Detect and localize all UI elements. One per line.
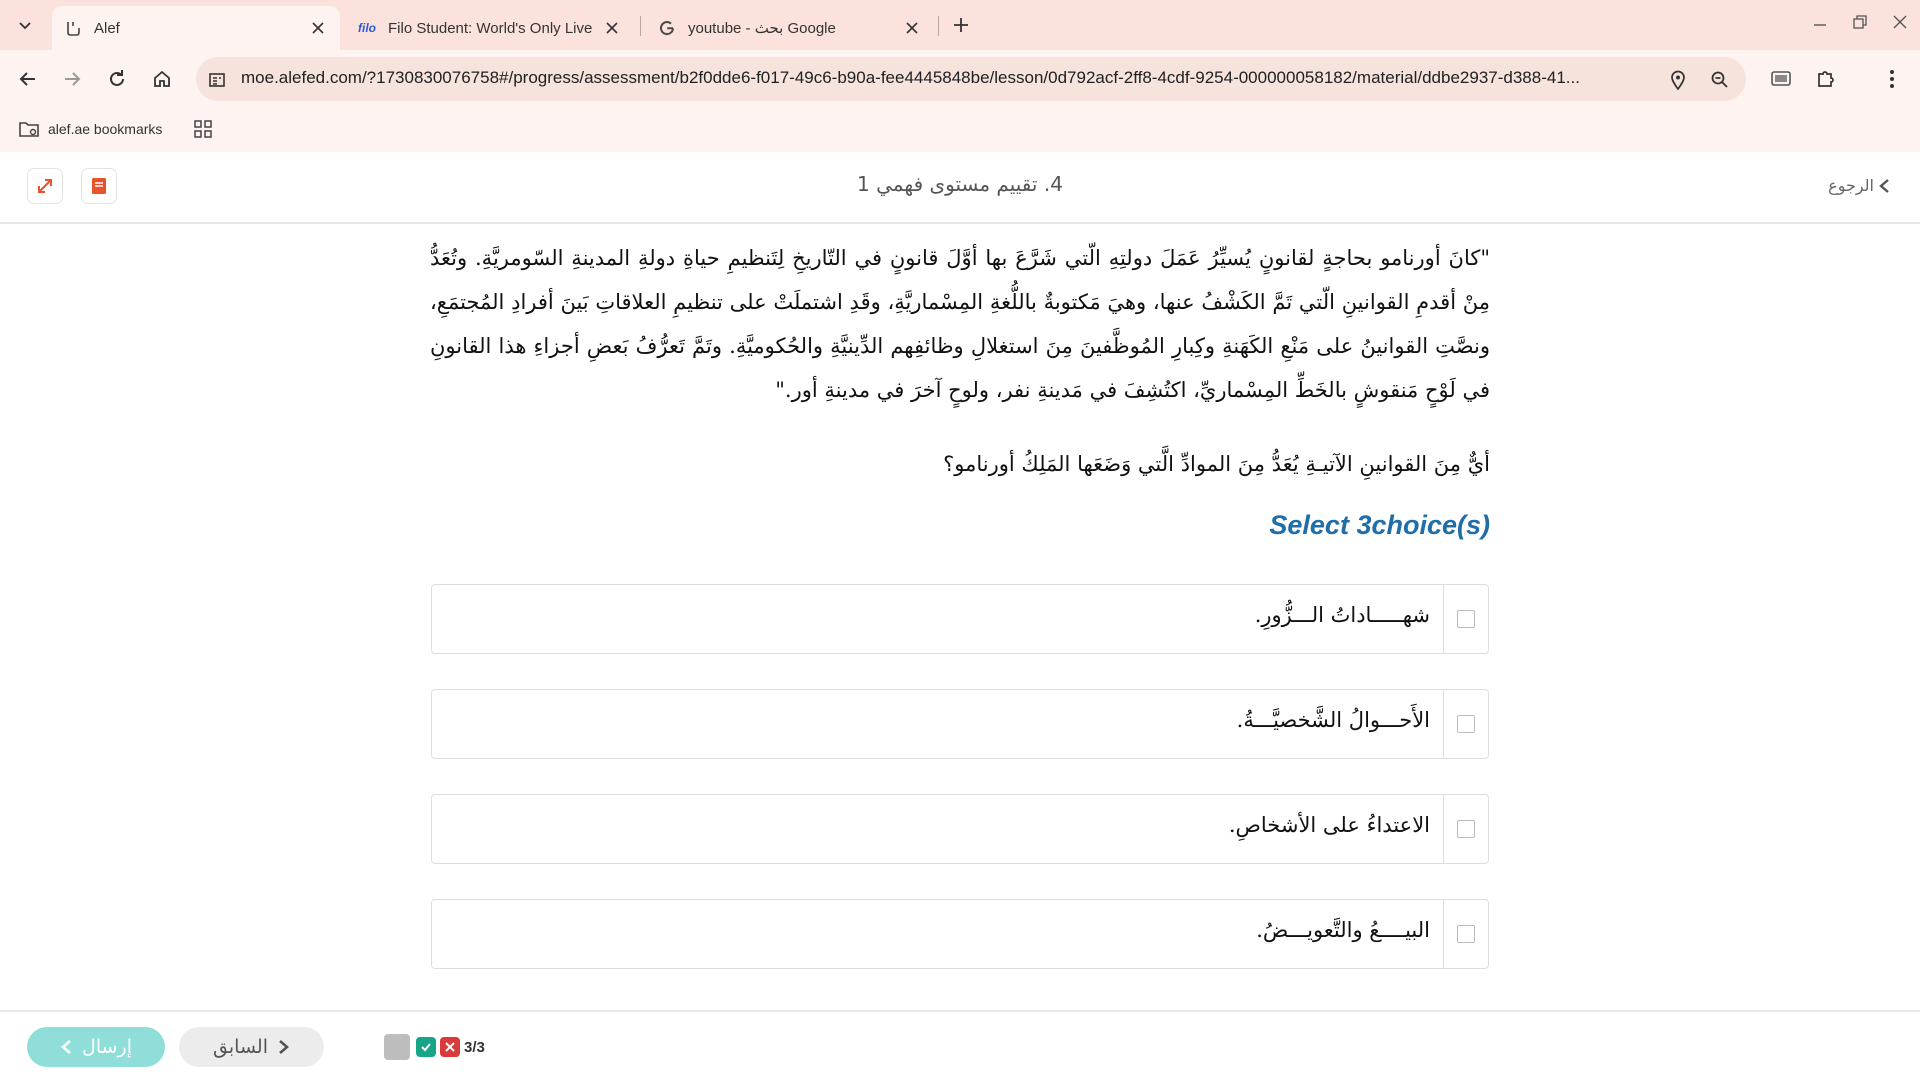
- bookmark-folder-alef[interactable]: alef.ae bookmarks: [18, 116, 162, 142]
- option-text: الأَحـــوالُ الشَّخصيَّـــةُ.: [1236, 708, 1430, 732]
- filo-favicon-icon: filo: [358, 21, 376, 35]
- pending-indicator: [384, 1034, 410, 1060]
- tab-search-button[interactable]: [10, 11, 40, 39]
- browser-toolbar: moe.alefed.com/?1730830076758#/progress/…: [0, 50, 1920, 108]
- restore-icon: [1853, 15, 1867, 29]
- close-icon[interactable]: [308, 18, 328, 38]
- tab-title: youtube - بحث Google: [688, 20, 836, 37]
- back-label: الرجوع: [1828, 176, 1874, 195]
- tab-alef[interactable]: Alef: [52, 6, 340, 50]
- arrow-right-icon: [65, 72, 81, 86]
- plus-icon: [954, 18, 968, 32]
- apps-grid-button[interactable]: [192, 118, 214, 140]
- answer-options: شهـــــاداتُ الـــزُّورِ. الأَحـــوالُ ا…: [431, 584, 1489, 1004]
- reading-passage: "كانَ أورنامو بحاجةٍ لقانونٍ يُسيِّرُ عَ…: [430, 246, 1490, 402]
- answer-option[interactable]: شهـــــاداتُ الـــزُّورِ.: [431, 584, 1489, 654]
- select-hint: Select 3choice(s): [1269, 510, 1490, 540]
- menu-button[interactable]: [1876, 63, 1908, 95]
- answer-option[interactable]: البيــــعُ والتَّعويـــضُ.: [431, 899, 1489, 969]
- address-bar[interactable]: moe.alefed.com/?1730830076758#/progress/…: [196, 57, 1746, 101]
- previous-button[interactable]: السابق: [179, 1027, 324, 1067]
- close-icon[interactable]: [602, 18, 622, 38]
- reload-icon: [110, 70, 124, 86]
- tab-divider: [640, 16, 641, 36]
- cast-icon: [1771, 71, 1791, 86]
- arrow-left-icon: [19, 72, 35, 86]
- question-text: أيٌّ مِنَ القوانينِ الآتيـةِ يُعَدُّ مِن…: [943, 452, 1490, 476]
- folder-icon: [19, 122, 39, 137]
- alef-favicon-icon: [64, 19, 82, 37]
- check-icon: [416, 1037, 436, 1057]
- bookmark-label: alef.ae bookmarks: [48, 121, 163, 137]
- zoom-icon[interactable]: [1708, 68, 1732, 92]
- option-checkbox[interactable]: [1457, 610, 1475, 628]
- location-icon[interactable]: [1666, 68, 1690, 92]
- bookmarks-bar: alef.ae bookmarks: [0, 108, 1920, 152]
- chevron-right-icon: [279, 1040, 289, 1054]
- fullscreen-button[interactable]: [27, 168, 63, 204]
- book-icon: [92, 178, 106, 194]
- submit-button[interactable]: إرسال: [27, 1027, 165, 1067]
- answer-option[interactable]: الأَحـــوالُ الشَّخصيَّـــةُ.: [431, 689, 1489, 759]
- tab-title: Alef: [94, 19, 120, 37]
- forward-button[interactable]: [56, 63, 88, 95]
- option-checkbox-area[interactable]: [1443, 795, 1488, 863]
- option-checkbox[interactable]: [1457, 715, 1475, 733]
- answer-option[interactable]: الاعتداءُ على الأشخاصِ.: [431, 794, 1489, 864]
- lesson-header: 4. تقييم مستوى فهمي 1 الرجوع: [0, 152, 1920, 224]
- url-text[interactable]: moe.alefed.com/?1730830076758#/progress/…: [241, 68, 1641, 88]
- close-icon: [1893, 15, 1907, 29]
- window-close-button[interactable]: [1885, 10, 1915, 34]
- chevron-left-icon: [1879, 178, 1889, 193]
- option-text: شهـــــاداتُ الـــزُّورِ.: [1254, 603, 1430, 627]
- attempt-count: 3/3: [464, 1038, 485, 1056]
- option-checkbox-area[interactable]: [1443, 690, 1488, 758]
- restore-button[interactable]: [1845, 10, 1875, 34]
- cast-button[interactable]: [1765, 63, 1797, 95]
- option-checkbox-area[interactable]: [1443, 585, 1488, 653]
- close-icon[interactable]: [902, 18, 922, 38]
- option-checkbox[interactable]: [1457, 925, 1475, 943]
- chevron-left-icon: [61, 1040, 71, 1054]
- home-button[interactable]: [146, 63, 178, 95]
- chevron-down-icon: [19, 22, 31, 30]
- attempt-status: 3/3: [384, 1034, 485, 1060]
- option-text: البيــــعُ والتَّعويـــضُ.: [1256, 918, 1430, 942]
- grid-icon: [194, 120, 212, 138]
- tab-filo[interactable]: filo Filo Student: World's Only Live I: [346, 6, 634, 50]
- google-favicon-icon: [658, 19, 676, 37]
- site-info-icon[interactable]: [206, 69, 228, 91]
- previous-label: السابق: [213, 1036, 268, 1058]
- submit-label: إرسال: [82, 1036, 132, 1058]
- option-text: الاعتداءُ على الأشخاصِ.: [1228, 813, 1430, 837]
- browser-tab-strip: Alef filo Filo Student: World's Only Liv…: [0, 0, 1920, 50]
- tab-divider: [938, 16, 939, 36]
- extensions-button[interactable]: [1810, 63, 1842, 95]
- option-checkbox[interactable]: [1457, 820, 1475, 838]
- new-tab-button[interactable]: [948, 12, 974, 38]
- expand-icon: [38, 179, 52, 193]
- back-link[interactable]: الرجوع: [1828, 176, 1890, 195]
- back-button[interactable]: [12, 63, 44, 95]
- puzzle-icon: [1818, 71, 1834, 87]
- x-icon: [440, 1037, 460, 1057]
- tab-google[interactable]: youtube - بحث Google: [646, 6, 934, 50]
- assessment-footer: إرسال السابق 3/3: [0, 1010, 1920, 1082]
- question-content: "كانَ أورنامو بحاجةٍ لقانونٍ يُسيِّرُ عَ…: [0, 224, 1920, 1010]
- minimize-button[interactable]: [1805, 10, 1835, 34]
- reload-button[interactable]: [101, 63, 133, 95]
- book-button[interactable]: [81, 168, 117, 204]
- option-checkbox-area[interactable]: [1443, 900, 1488, 968]
- home-icon: [154, 70, 170, 87]
- more-vertical-icon: [1890, 70, 1894, 88]
- tab-title: Filo Student: World's Only Live I: [388, 19, 594, 37]
- minimize-icon: [1814, 24, 1826, 26]
- page-title: 4. تقييم مستوى فهمي 1: [857, 172, 1063, 196]
